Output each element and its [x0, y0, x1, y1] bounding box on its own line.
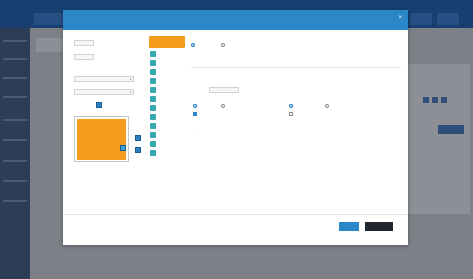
- tool-icon: [150, 123, 156, 129]
- app-icon-button[interactable]: [432, 97, 438, 103]
- checkbox-1[interactable]: [193, 112, 197, 116]
- app-icon-button[interactable]: [423, 97, 429, 103]
- image-preview-fill: [77, 119, 126, 160]
- app-right-panel: [408, 64, 470, 214]
- sidebar-item[interactable]: [3, 40, 27, 42]
- secondary-button[interactable]: [365, 222, 393, 231]
- group3-radio-1[interactable]: [289, 104, 293, 108]
- sidebar-item[interactable]: [3, 160, 27, 162]
- sidebar-item[interactable]: [3, 139, 27, 141]
- app-panel: [36, 38, 64, 52]
- tool-list: [149, 37, 185, 157]
- modal-dialog: × ▾ ▾ …: [63, 10, 408, 245]
- image-preview: [74, 116, 129, 162]
- close-icon[interactable]: ×: [398, 15, 402, 21]
- tool-item[interactable]: [149, 95, 185, 104]
- checkbox-2[interactable]: [289, 112, 293, 116]
- tool-icon: [150, 141, 156, 147]
- tool-item[interactable]: [149, 140, 185, 149]
- sidebar-item[interactable]: [3, 77, 27, 79]
- tool-item[interactable]: [149, 104, 185, 113]
- tool-item[interactable]: [149, 59, 185, 68]
- field3-select[interactable]: ▾: [74, 76, 134, 82]
- tool-item[interactable]: [149, 149, 185, 158]
- crop-icon[interactable]: [135, 147, 141, 153]
- section-divider: [191, 67, 401, 68]
- tool-icon: [150, 150, 156, 156]
- upload-icon[interactable]: [96, 102, 102, 108]
- sidebar-item[interactable]: [3, 180, 27, 182]
- tool-item[interactable]: [149, 50, 185, 59]
- app-tab-2[interactable]: [410, 13, 432, 25]
- sidebar-item[interactable]: [3, 200, 27, 202]
- tool-icon: [150, 60, 156, 66]
- tool-item[interactable]: [149, 86, 185, 95]
- app-sidebar: [0, 28, 30, 279]
- app-icon-button[interactable]: [441, 97, 447, 103]
- sidebar-item[interactable]: [3, 96, 27, 98]
- chevron-down-icon: ▾: [129, 78, 131, 81]
- app-tab-1[interactable]: [34, 13, 64, 25]
- mode-radio-2[interactable]: [221, 43, 225, 47]
- app-tab-3[interactable]: [437, 13, 459, 25]
- tool-item[interactable]: [149, 131, 185, 140]
- tool-icon: [150, 51, 156, 57]
- tool-icon: [150, 132, 156, 138]
- group1-input[interactable]: [209, 87, 239, 93]
- zoom-icon[interactable]: [120, 145, 126, 151]
- sidebar-item[interactable]: [3, 58, 27, 60]
- tool-icon: [150, 69, 156, 75]
- footer-divider: [63, 214, 408, 215]
- field4-select[interactable]: ▾: [74, 89, 134, 95]
- tool-item[interactable]: [149, 122, 185, 131]
- modal-header: ×: [63, 10, 408, 30]
- field2-input[interactable]: [74, 54, 94, 60]
- tool-icon: [150, 78, 156, 84]
- sidebar-item[interactable]: [3, 119, 27, 121]
- group2-radio-2[interactable]: [221, 104, 225, 108]
- tool-icon: [150, 105, 156, 111]
- tool-item[interactable]: [149, 68, 185, 77]
- edit-icon[interactable]: [135, 135, 141, 141]
- footer-link[interactable]: …: [191, 133, 194, 137]
- tool-item[interactable]: [149, 77, 185, 86]
- mode-radio-1[interactable]: [191, 43, 195, 47]
- tool-icon: [150, 96, 156, 102]
- field1-input[interactable]: [74, 40, 94, 46]
- chevron-down-icon: ▾: [129, 91, 131, 94]
- tool-item[interactable]: [149, 113, 185, 122]
- tool-icon: [150, 87, 156, 93]
- group3-radio-2[interactable]: [325, 104, 329, 108]
- app-right-button[interactable]: [438, 125, 464, 134]
- primary-button[interactable]: [339, 222, 359, 231]
- group2-radio-1[interactable]: [193, 104, 197, 108]
- tool-icon: [150, 114, 156, 120]
